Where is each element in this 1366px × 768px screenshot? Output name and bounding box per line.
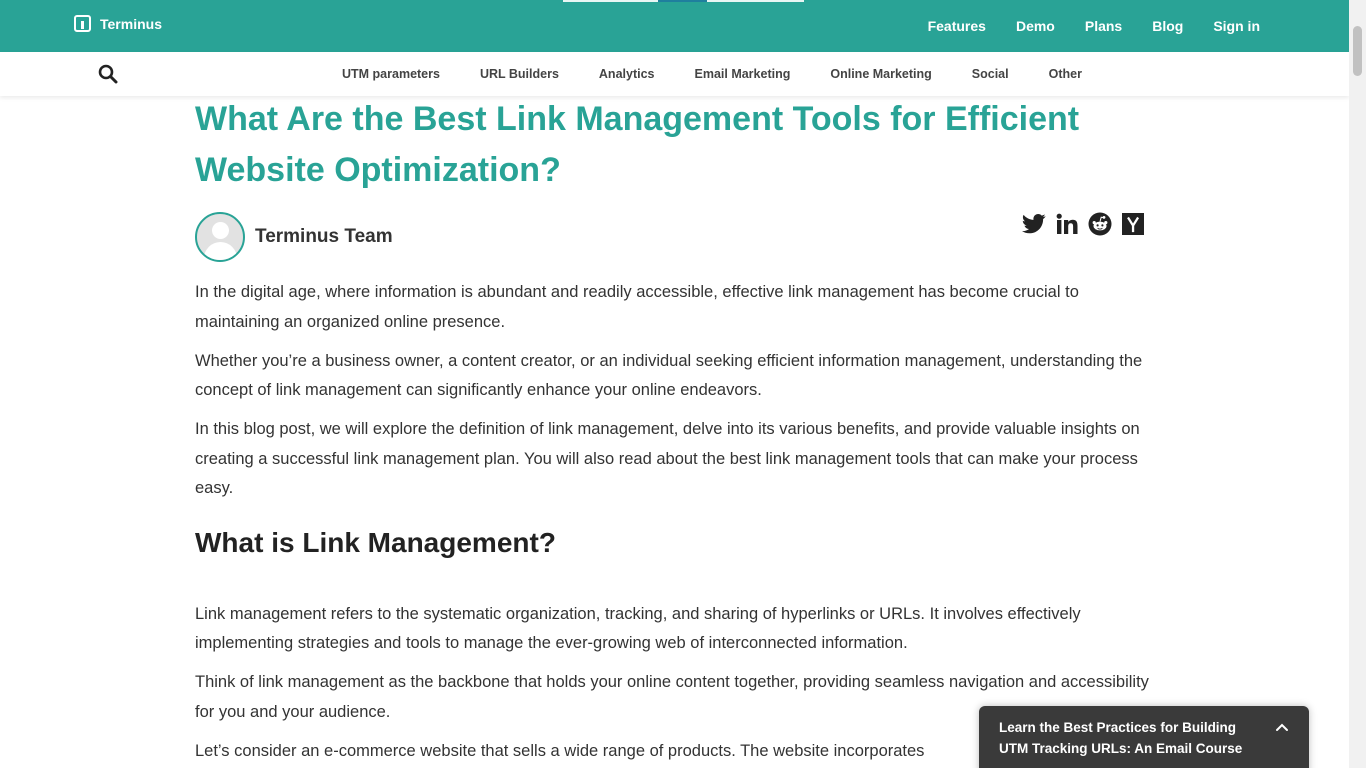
article-title: What Are the Best Link Management Tools … [195, 100, 1080, 189]
email-course-popup[interactable]: Learn the Best Practices for Building UT… [979, 706, 1309, 768]
category-utm-parameters[interactable]: UTM parameters [342, 67, 440, 81]
intro-paragraph: In this blog post, we will explore the d… [195, 420, 1140, 497]
nav-link-features[interactable]: Features [928, 18, 986, 34]
category-list: UTM parameters URL Builders Analytics Em… [342, 52, 1122, 96]
intro-paragraph: In the digital age, where information is… [195, 283, 1079, 331]
chevron-up-icon[interactable] [1275, 720, 1289, 734]
header-accent-bar [707, 0, 804, 2]
main-nav: Features Demo Plans Blog Sign in [898, 0, 1260, 52]
scrollbar-thumb[interactable] [1353, 26, 1362, 76]
avatar [195, 212, 245, 262]
top-header: Terminus Features Demo Plans Blog Sign i… [0, 0, 1349, 52]
search-icon[interactable] [98, 64, 118, 84]
nav-link-demo[interactable]: Demo [1016, 18, 1055, 34]
category-url-builders[interactable]: URL Builders [480, 67, 559, 81]
category-nav: UTM parameters URL Builders Analytics Em… [0, 52, 1349, 96]
twitter-icon[interactable] [1022, 212, 1046, 236]
nav-link-blog[interactable]: Blog [1152, 18, 1183, 34]
category-email-marketing[interactable]: Email Marketing [695, 67, 791, 81]
category-other[interactable]: Other [1049, 67, 1082, 81]
category-analytics[interactable]: Analytics [599, 67, 655, 81]
section-paragraph: Link management refers to the systematic… [195, 604, 1081, 653]
intro-paragraph: Whether you’re a business owner, a conte… [195, 351, 1143, 400]
email-course-text: Learn the Best Practices for Building UT… [999, 720, 1243, 756]
site-logo[interactable]: Terminus [74, 15, 162, 32]
article: What Are the Best Link Management Tools … [195, 96, 1150, 768]
share-buttons [1013, 212, 1145, 236]
nav-link-sign-in[interactable]: Sign in [1213, 18, 1260, 34]
category-online-marketing[interactable]: Online Marketing [830, 67, 931, 81]
category-social[interactable]: Social [972, 67, 1009, 81]
logo-text: Terminus [100, 15, 162, 32]
page-scrollbar[interactable] [1349, 0, 1366, 768]
linkedin-icon[interactable] [1055, 212, 1079, 236]
section-heading: What is Link Management? [195, 526, 556, 558]
header-accent-bar [658, 0, 707, 2]
author-row: Terminus Team [195, 212, 1150, 278]
author-name[interactable]: Terminus Team [255, 226, 393, 248]
hacker-news-icon[interactable] [1121, 212, 1145, 236]
terminus-logo-icon [74, 15, 91, 32]
nav-link-plans[interactable]: Plans [1085, 18, 1122, 34]
reddit-icon[interactable] [1088, 212, 1112, 236]
header-accent-bar [563, 0, 658, 2]
